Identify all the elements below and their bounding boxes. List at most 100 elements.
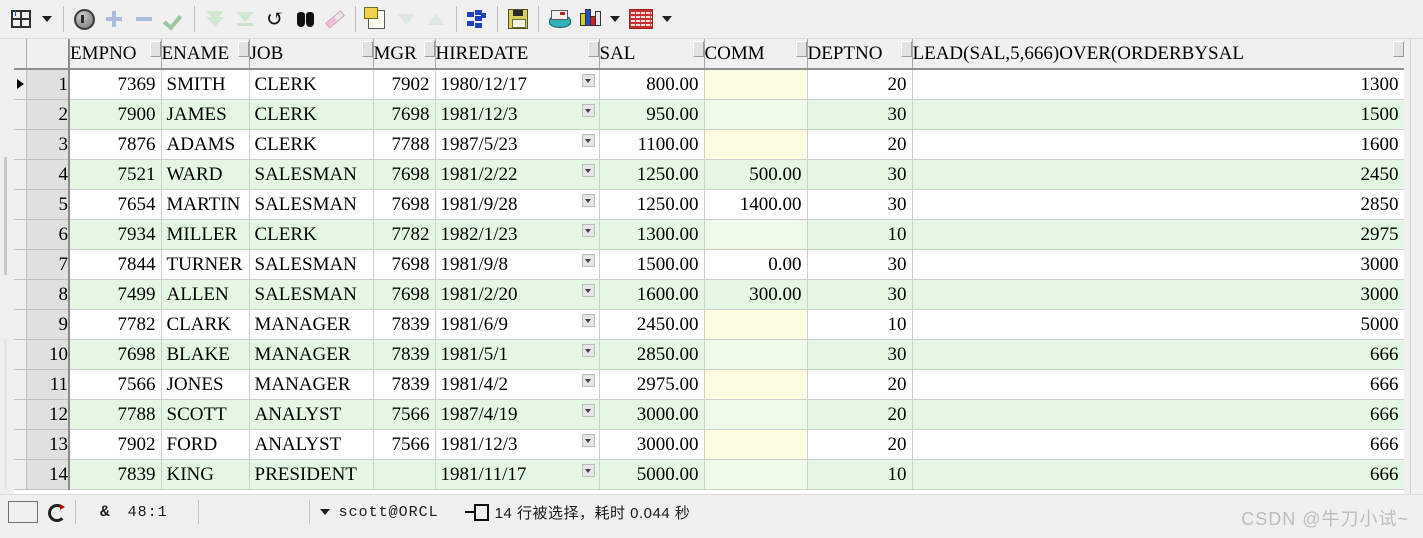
column-resize-grip[interactable] — [149, 41, 160, 57]
date-dropdown-icon[interactable] — [581, 164, 595, 177]
cell-hire[interactable]: 1987/4/19 — [435, 399, 600, 430]
cell-hire[interactable]: 1981/9/28 — [435, 189, 600, 220]
row-number-cell[interactable]: 14 — [26, 459, 70, 490]
row-indicator-cell[interactable] — [14, 99, 27, 130]
date-dropdown-icon[interactable] — [581, 284, 595, 297]
cell-job[interactable]: CLERK — [249, 69, 374, 100]
chart-icon[interactable] — [574, 4, 604, 34]
fetch-all-icon[interactable] — [200, 4, 230, 34]
table-row[interactable]: 4 7521 WARD SALESMAN 7698 1981/2/22 1250.00 500… — [14, 159, 1404, 190]
cell-deptno[interactable]: 30 — [807, 279, 913, 310]
highlight-icon[interactable] — [320, 4, 350, 34]
cell-deptno[interactable]: 20 — [807, 399, 913, 430]
cell-deptno[interactable]: 20 — [807, 129, 913, 160]
row-number-cell[interactable]: 12 — [26, 399, 70, 430]
cell-empno[interactable]: 7876 — [69, 129, 162, 160]
cell-sal[interactable]: 1100.00 — [599, 129, 705, 160]
date-dropdown-icon[interactable] — [581, 344, 595, 357]
fetch-page-icon[interactable] — [230, 4, 260, 34]
cell-sal[interactable]: 800.00 — [599, 69, 705, 100]
cell-deptno[interactable]: 20 — [807, 429, 913, 460]
cell-ename[interactable]: KING — [161, 459, 250, 490]
table-row[interactable]: 13 7902 FORD ANALYST 7566 1981/12/3 3000.00 20 6… — [14, 429, 1404, 460]
cell-mgr[interactable]: 7839 — [373, 369, 436, 400]
cell-empno[interactable]: 7839 — [69, 459, 162, 490]
cell-lead[interactable]: 1600 — [912, 129, 1404, 160]
table-row[interactable]: 2 7900 JAMES CLERK 7698 1981/12/3 950.00 30 1500 — [14, 99, 1404, 130]
remove-row-icon[interactable] — [129, 4, 159, 34]
row-indicator-cell[interactable] — [14, 369, 27, 400]
cell-lead[interactable]: 666 — [912, 459, 1404, 490]
row-indicator-cell[interactable] — [14, 69, 27, 100]
cell-sal[interactable]: 1250.00 — [599, 159, 705, 190]
column-header-sal[interactable]: SAL — [599, 39, 705, 70]
cell-lead[interactable]: 2975 — [912, 219, 1404, 250]
date-dropdown-icon[interactable] — [581, 194, 595, 207]
table-view-icon[interactable] — [626, 4, 656, 34]
vertical-scroll-track[interactable] — [4, 339, 7, 489]
row-number-cell[interactable]: 6 — [26, 219, 70, 250]
column-resize-grip[interactable] — [237, 41, 248, 57]
row-indicator-cell[interactable] — [14, 429, 27, 460]
cell-comm[interactable] — [704, 309, 808, 340]
cell-comm[interactable]: 500.00 — [704, 159, 808, 190]
cell-job[interactable]: CLERK — [249, 99, 374, 130]
cell-hire[interactable]: 1981/2/20 — [435, 279, 600, 310]
connection-label[interactable]: scott@ORCL — [339, 504, 439, 521]
cell-empno[interactable]: 7521 — [69, 159, 162, 190]
date-dropdown-icon[interactable] — [581, 464, 595, 477]
cell-hire[interactable]: 1981/11/17 — [435, 459, 600, 490]
cell-lead[interactable]: 666 — [912, 369, 1404, 400]
table-row[interactable]: 11 7566 JONES MANAGER 7839 1981/4/2 2975.00 20 6… — [14, 369, 1404, 400]
find-icon[interactable] — [290, 4, 320, 34]
row-number-cell[interactable]: 8 — [26, 279, 70, 310]
row-number-cell[interactable]: 2 — [26, 99, 70, 130]
cell-ename[interactable]: JAMES — [161, 99, 250, 130]
table-row[interactable]: 5 7654 MARTIN SALESMAN 7698 1981/9/28 1250.00 1… — [14, 189, 1404, 220]
cell-deptno[interactable]: 10 — [807, 459, 913, 490]
row-indicator-cell[interactable] — [14, 309, 27, 340]
cell-hire[interactable]: 1981/2/22 — [435, 159, 600, 190]
cell-deptno[interactable]: 30 — [807, 189, 913, 220]
table-row[interactable]: 7 7844 TURNER SALESMAN 7698 1981/9/8 1500.00 0.… — [14, 249, 1404, 280]
cell-comm[interactable]: 300.00 — [704, 279, 808, 310]
cell-sal[interactable]: 2850.00 — [599, 339, 705, 370]
cell-ename[interactable]: FORD — [161, 429, 250, 460]
cell-job[interactable]: MANAGER — [249, 339, 374, 370]
cell-lead[interactable]: 3000 — [912, 279, 1404, 310]
cell-comm[interactable] — [704, 69, 808, 100]
cell-sal[interactable]: 1500.00 — [599, 249, 705, 280]
cell-lead[interactable]: 666 — [912, 339, 1404, 370]
cell-empno[interactable]: 7844 — [69, 249, 162, 280]
cell-comm[interactable] — [704, 99, 808, 130]
row-indicator-cell[interactable] — [14, 219, 27, 250]
cell-job[interactable]: MANAGER — [249, 309, 374, 340]
cell-deptno[interactable]: 30 — [807, 249, 913, 280]
cell-hire[interactable]: 1981/5/1 — [435, 339, 600, 370]
cell-lead[interactable]: 2850 — [912, 189, 1404, 220]
row-indicator-cell[interactable] — [14, 279, 27, 310]
cell-sal[interactable]: 5000.00 — [599, 459, 705, 490]
column-resize-grip[interactable] — [1392, 41, 1403, 57]
row-number-cell[interactable]: 10 — [26, 339, 70, 370]
cell-comm[interactable] — [704, 339, 808, 370]
save-icon[interactable] — [503, 4, 533, 34]
cell-mgr[interactable]: 7698 — [373, 279, 436, 310]
date-dropdown-icon[interactable] — [581, 134, 595, 147]
date-dropdown-icon[interactable] — [581, 254, 595, 267]
row-number-cell[interactable]: 11 — [26, 369, 70, 400]
cell-deptno[interactable]: 20 — [807, 69, 913, 100]
table-view-dropdown-icon[interactable] — [656, 4, 678, 34]
row-indicator-cell[interactable] — [14, 249, 27, 280]
cell-sal[interactable]: 2975.00 — [599, 369, 705, 400]
row-indicator-cell[interactable] — [14, 339, 27, 370]
column-resize-grip[interactable] — [692, 41, 703, 57]
date-dropdown-icon[interactable] — [581, 314, 595, 327]
table-row[interactable]: 9 7782 CLARK MANAGER 7839 1981/6/9 2450.00 10 50… — [14, 309, 1404, 340]
cell-mgr[interactable]: 7782 — [373, 219, 436, 250]
cell-mgr[interactable]: 7698 — [373, 189, 436, 220]
row-number-cell[interactable]: 5 — [26, 189, 70, 220]
cell-hire[interactable]: 1980/12/17 — [435, 69, 600, 100]
table-row[interactable]: 6 7934 MILLER CLERK 7782 1982/1/23 1300.00 10 29… — [14, 219, 1404, 250]
connection-dropdown-icon[interactable] — [319, 509, 330, 515]
